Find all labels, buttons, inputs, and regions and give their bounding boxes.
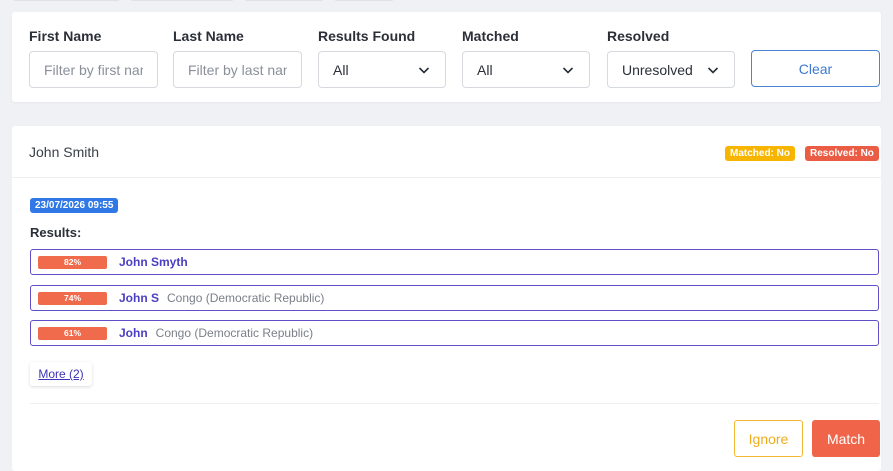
result-country: Congo (Democratic Republic) [167, 291, 325, 305]
last-name-filter: Last Name [173, 28, 302, 88]
clear-button[interactable]: Clear [751, 50, 880, 87]
match-score-badge: 74% [38, 291, 107, 305]
first-name-label: First Name [29, 28, 102, 44]
results-found-select[interactable]: All [318, 51, 446, 88]
results-found-label: Results Found [318, 28, 416, 44]
results-heading: Results: [30, 225, 82, 240]
resolved-label: Resolved [607, 28, 670, 44]
resolved-filter: Resolved Unresolved [607, 28, 735, 88]
matched-select[interactable]: All [462, 51, 590, 88]
match-score-badge: 61% [38, 326, 107, 340]
first-name-filter: First Name [29, 28, 158, 88]
top-tab[interactable] [243, 0, 325, 1]
match-button[interactable]: Match [812, 420, 880, 457]
result-row[interactable]: 74% John S Congo (Democratic Republic) [30, 285, 879, 311]
result-name: John S [119, 291, 160, 305]
matched-value: All [477, 61, 493, 78]
timestamp-badge: 23/07/2026 09:55 [30, 198, 119, 213]
results-found-value: All [333, 61, 349, 78]
result-name: John [119, 326, 148, 340]
top-tab[interactable] [12, 0, 121, 1]
filter-panel: First Name Last Name Results Found All M… [12, 12, 881, 102]
chevron-down-icon [707, 66, 719, 74]
matched-status-badge: Matched: No [725, 146, 795, 161]
resolved-select[interactable]: Unresolved [607, 51, 735, 88]
result-country: Congo (Democratic Republic) [155, 326, 314, 340]
resolved-value: Unresolved [622, 61, 693, 78]
match-score-badge: 82% [38, 255, 107, 269]
ignore-button[interactable]: Ignore [734, 420, 803, 457]
top-tabs [12, 0, 395, 1]
resolved-status-badge: Resolved: No [805, 146, 879, 161]
result-card-header: John Smith Matched: No Resolved: No [12, 126, 881, 178]
result-name: John Smyth [119, 255, 188, 269]
result-card: John Smith Matched: No Resolved: No 23/0… [12, 126, 881, 471]
result-row[interactable]: 61% John Congo (Democratic Republic) [30, 320, 879, 346]
top-tab[interactable] [129, 0, 235, 1]
results-found-filter: Results Found All [318, 28, 446, 88]
matched-filter: Matched All [462, 28, 590, 88]
first-name-input[interactable] [29, 51, 158, 88]
result-row[interactable]: 82% John Smyth [30, 249, 879, 275]
last-name-input[interactable] [173, 51, 302, 88]
divider [30, 403, 879, 404]
chevron-down-icon [418, 66, 430, 74]
chevron-down-icon [562, 66, 574, 74]
top-tab[interactable] [333, 0, 395, 1]
person-name: John Smith [29, 144, 100, 160]
last-name-label: Last Name [173, 28, 244, 44]
more-results-link[interactable]: More (2) [30, 362, 92, 386]
matched-label: Matched [462, 28, 519, 44]
